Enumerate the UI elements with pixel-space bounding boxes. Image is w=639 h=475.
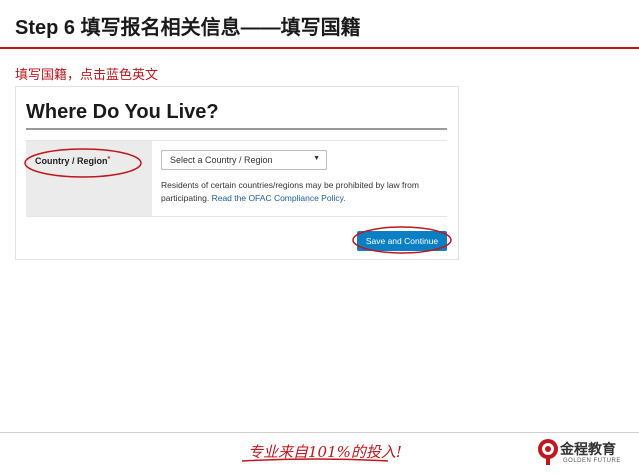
select-value: Select a Country / Region bbox=[170, 155, 273, 165]
brand-subtitle: GOLDEN FUTURE bbox=[563, 458, 621, 464]
ofac-policy-link[interactable]: Read the OFAC Compliance Policy. bbox=[212, 193, 346, 203]
country-region-label-text: Country / Region bbox=[35, 156, 108, 166]
heading-divider bbox=[26, 128, 447, 130]
country-region-label: Country / Region* bbox=[35, 156, 110, 166]
label-cell: Country / Region* bbox=[26, 141, 152, 216]
slogan-underline bbox=[241, 458, 389, 462]
help-text: Residents of certain countries/regions m… bbox=[161, 179, 447, 205]
dropdown-caret-icon: ▼ bbox=[313, 155, 320, 162]
golden-future-logo-icon bbox=[538, 439, 558, 465]
instruction-text: 填写国籍，点击蓝色英文 bbox=[15, 67, 159, 82]
footer-divider bbox=[0, 432, 639, 433]
title-divider bbox=[0, 47, 639, 49]
country-region-select[interactable]: Select a Country / Region ▼ bbox=[161, 150, 327, 170]
page-heading: Where Do You Live? bbox=[26, 101, 219, 123]
required-mark: * bbox=[107, 156, 111, 163]
country-form-row: Country / Region* Select a Country / Reg… bbox=[26, 140, 447, 217]
embedded-form-screenshot: Where Do You Live? Country / Region* Sel… bbox=[15, 86, 459, 260]
brand-name: 金程教育 bbox=[560, 441, 616, 457]
slide-title: Step 6 填写报名相关信息——填写国籍 bbox=[15, 17, 361, 39]
save-and-continue-button[interactable]: Save and Continue bbox=[357, 231, 447, 251]
